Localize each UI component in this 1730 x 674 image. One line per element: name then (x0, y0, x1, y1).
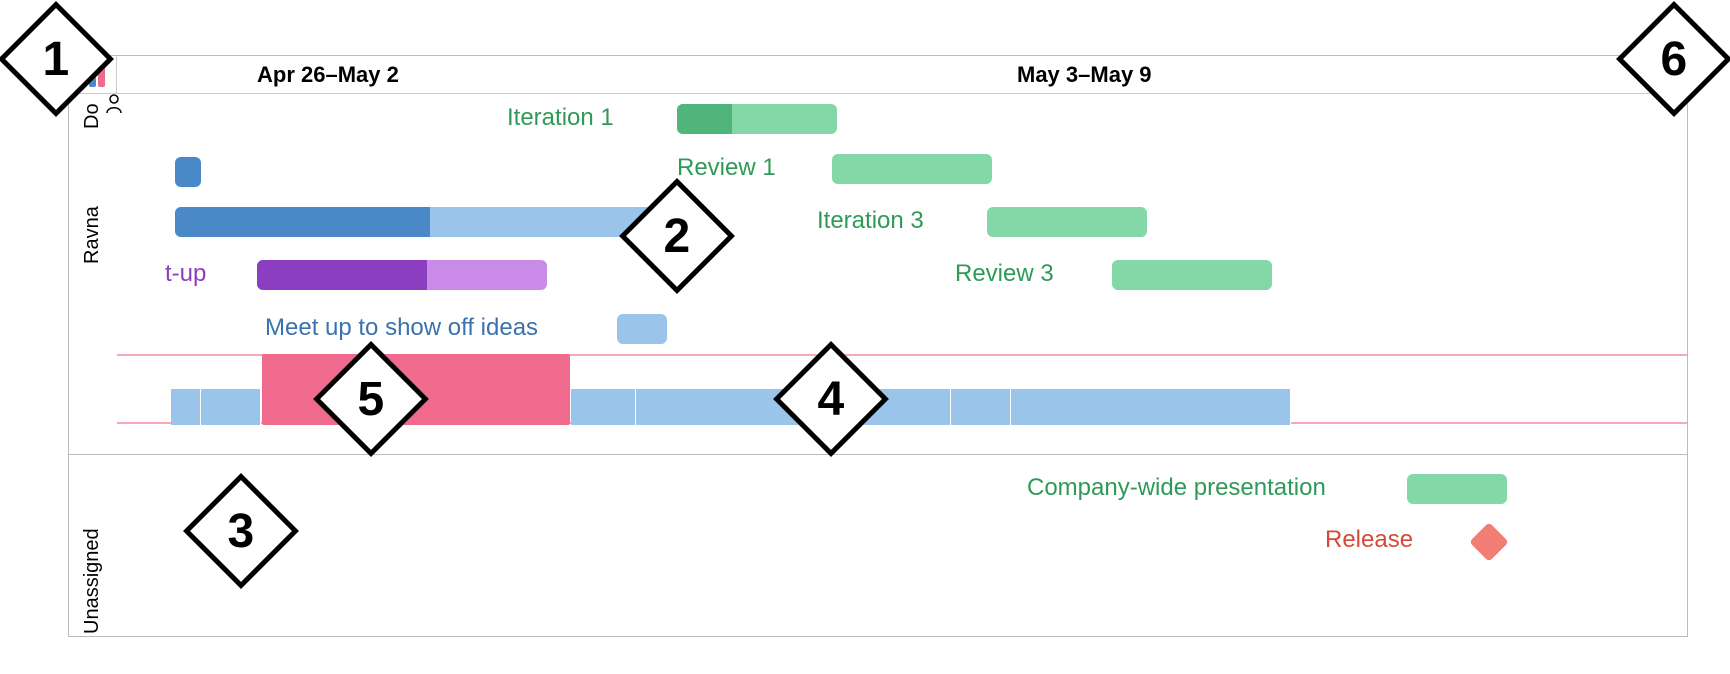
task-label: Meet up to show off ideas (265, 314, 538, 342)
task-label: Review 3 (955, 260, 1054, 288)
milestone-release[interactable] (1469, 522, 1509, 562)
task-label: t-up (165, 260, 206, 288)
task-bar-iteration1[interactable] (677, 104, 837, 134)
task-label: Release (1325, 526, 1413, 554)
task-label: Iteration 1 (507, 104, 614, 132)
task-label: Review 1 (677, 154, 776, 182)
task-progress (677, 104, 732, 134)
task-bar-blue[interactable] (175, 207, 665, 237)
task-label: Iteration 3 (817, 207, 924, 235)
timeline-header: Apr 26–May 2 May 3–May 9 + (69, 56, 1687, 94)
task-bar-meetup[interactable] (617, 314, 667, 344)
task-label: Company-wide presentation (1027, 474, 1326, 502)
week-label-2: May 3–May 9 (897, 62, 1687, 88)
assignee-label-unassigned: Unassigned (81, 464, 104, 634)
task-progress (175, 207, 430, 237)
task-bar-review1[interactable] (832, 154, 992, 184)
task-progress (257, 260, 427, 290)
week-label-1: Apr 26–May 2 (117, 62, 897, 88)
task-bar-setup[interactable] (257, 260, 547, 290)
task-bar-small[interactable] (175, 157, 201, 187)
assignee-label-do: Do (81, 94, 104, 129)
assignee-label-ravna: Ravna (81, 134, 104, 264)
task-bar-iteration3[interactable] (987, 207, 1147, 237)
task-bar-review3[interactable] (1112, 260, 1272, 290)
task-bar-presentation[interactable] (1407, 474, 1507, 504)
